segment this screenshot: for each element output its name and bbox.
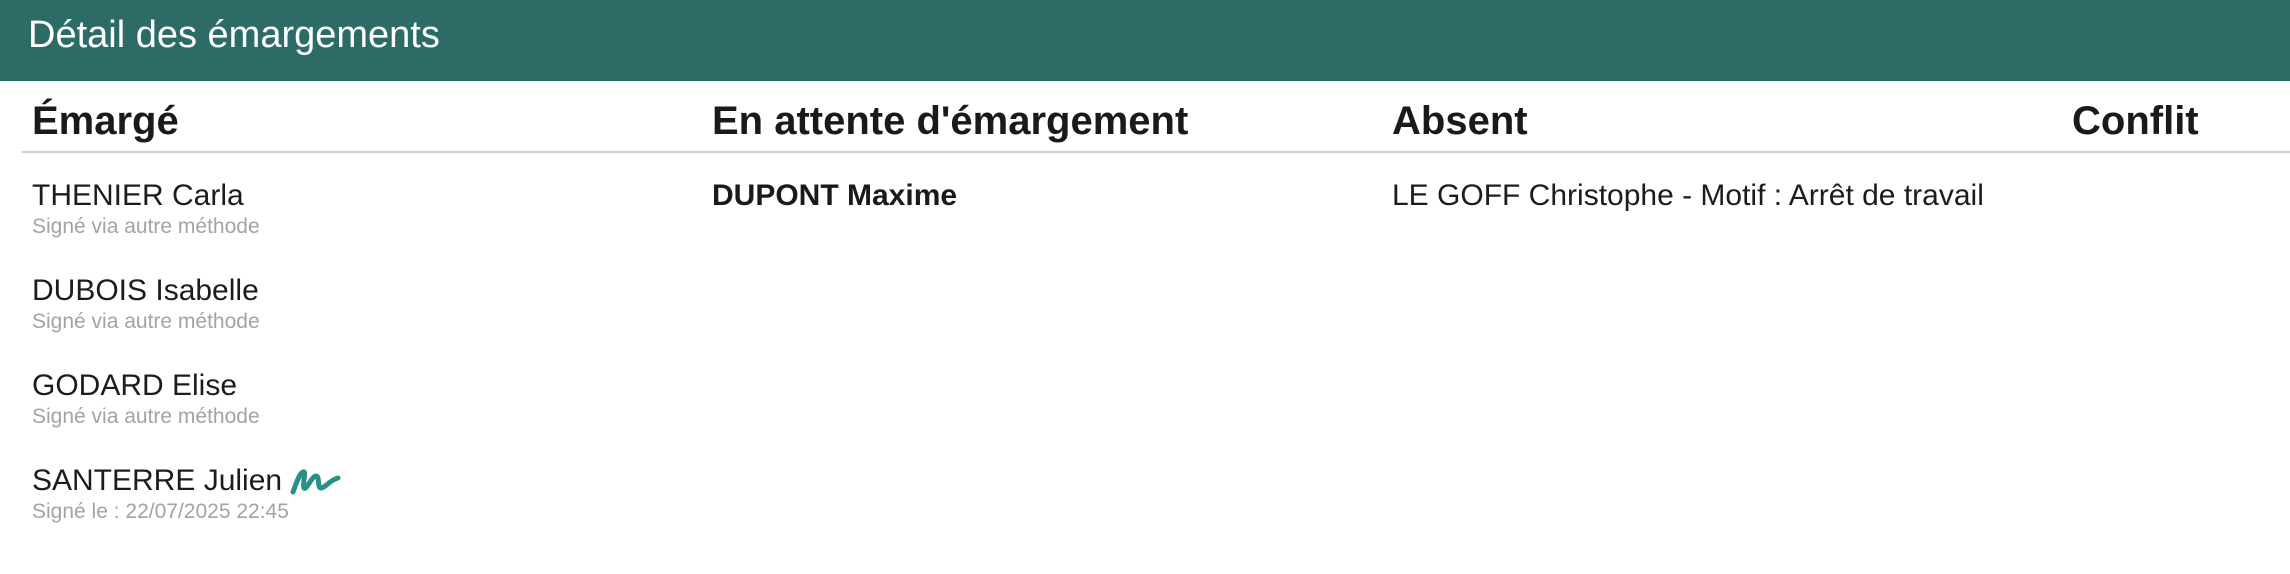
signed-column: THENIER Carla Signé via autre méthode DU… xyxy=(32,177,342,557)
attendance-table: Émargé En attente d'émargement Absent Co… xyxy=(22,81,2290,523)
table-header: Émargé En attente d'émargement Absent Co… xyxy=(22,81,2290,153)
signature-detail: Signé via autre méthode xyxy=(32,405,260,428)
column-header-signed: Émargé xyxy=(32,99,179,143)
page-header: Détail des émargements xyxy=(0,0,2290,81)
page-title: Détail des émargements xyxy=(28,14,440,56)
column-header-absent: Absent xyxy=(1392,99,1528,143)
column-header-conflict: Conflit xyxy=(2072,99,2199,143)
signed-entry: THENIER Carla Signé via autre méthode xyxy=(32,177,342,272)
signature-detail: Signé via autre méthode xyxy=(32,215,260,238)
signature-detail: Signé le : 22/07/2025 22:45 xyxy=(32,500,289,523)
signed-entry: DUBOIS Isabelle Signé via autre méthode xyxy=(32,272,342,367)
pending-column: DUPONT Maxime xyxy=(712,177,957,215)
absent-column: LE GOFF Christophe - Motif : Arrêt de tr… xyxy=(1392,177,1984,215)
attendee-name: THENIER Carla xyxy=(32,179,244,212)
attendee-name: SANTERRE Julien xyxy=(32,464,283,497)
absent-attendee: LE GOFF Christophe - Motif : Arrêt de tr… xyxy=(1392,179,1984,212)
attendee-name: GODARD Elise xyxy=(32,369,238,402)
column-header-pending: En attente d'émargement xyxy=(712,99,1189,143)
signed-entry: SANTERRE Julien Signé le : 22/07/2025 22… xyxy=(32,462,342,557)
attendee-name: DUBOIS Isabelle xyxy=(32,274,259,307)
signature-detail: Signé via autre méthode xyxy=(32,310,260,333)
signed-entry: GODARD Elise Signé via autre méthode xyxy=(32,367,342,462)
signature-icon[interactable] xyxy=(290,466,342,496)
attendee-name-row: SANTERRE Julien xyxy=(32,462,342,500)
pending-attendee-name: DUPONT Maxime xyxy=(712,179,958,212)
